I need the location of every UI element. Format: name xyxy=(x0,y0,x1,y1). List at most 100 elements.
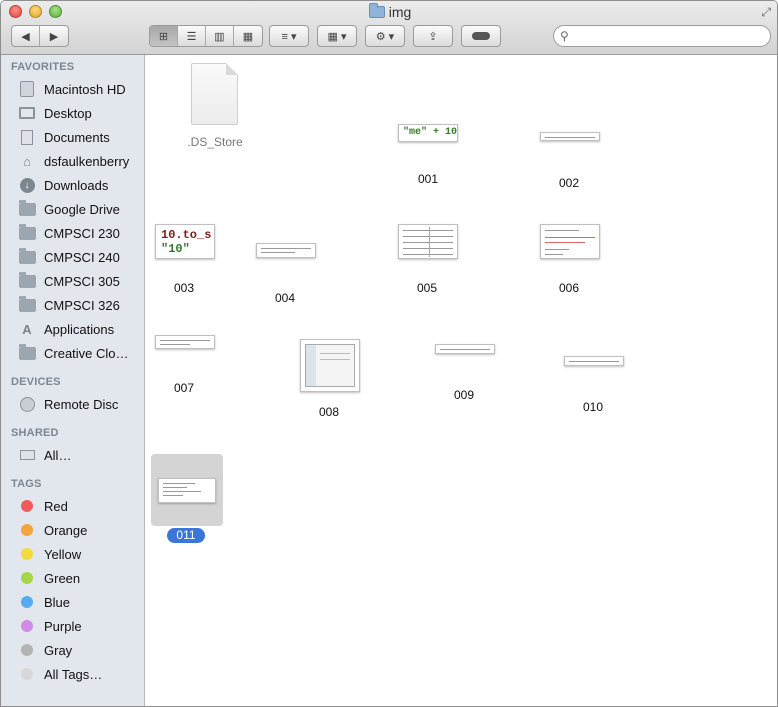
sidebar-item-label: Remote Disc xyxy=(44,396,119,412)
file-grid: .DS_Store "me" + 10 001 002 10.to_s "10"… xyxy=(146,55,777,706)
sidebar-item-cmpsci-240[interactable]: CMPSCI 240 xyxy=(17,246,120,268)
sidebar-item-tag-purple[interactable]: Purple xyxy=(17,615,82,637)
file-name: 010 xyxy=(582,400,604,414)
home-icon: ⌂ xyxy=(23,153,31,169)
cover-flow-button[interactable]: ▦ xyxy=(234,26,262,46)
file-name: 002 xyxy=(558,176,580,190)
group-icon: ▦ ▾ xyxy=(327,30,347,43)
sidebar-item-label: Desktop xyxy=(44,105,92,121)
sidebar-item-label: Red xyxy=(44,498,68,514)
sidebar-item-dsfaulkenberry[interactable]: ⌂ dsfaulkenberry xyxy=(17,150,129,172)
tag-dot-icon xyxy=(17,617,37,635)
sidebar-item-tag-blue[interactable]: Blue xyxy=(17,591,70,613)
tags-button[interactable] xyxy=(461,25,501,47)
image-thumbnail xyxy=(398,224,458,259)
tag-dot-icon xyxy=(17,665,37,683)
sidebar-item-google-drive[interactable]: Google Drive xyxy=(17,198,120,220)
column-view-button[interactable]: ▥ xyxy=(206,26,234,46)
sidebar-item-label: Purple xyxy=(44,618,82,634)
sidebar-item-label: Applications xyxy=(44,321,115,337)
forward-button[interactable]: ▶ xyxy=(40,26,68,46)
back-forward-control: ◀ ▶ xyxy=(11,25,69,47)
folder-icon xyxy=(17,295,37,314)
toolbar: img ⤢ ◀ ▶ ⊞ ☰ ▥ ▦ ≡ ▾ ▦ ▾ ⚙ ▾ ⇪ ⚲ xyxy=(1,1,777,55)
shared-header: SHARED xyxy=(11,427,59,439)
tag-dot-icon xyxy=(17,497,37,515)
sidebar-item-label: Downloads xyxy=(44,177,109,193)
file-name: 005 xyxy=(416,281,438,295)
file-name: 003 xyxy=(173,281,195,295)
sidebar-item-downloads[interactable]: ↓ Downloads xyxy=(17,174,108,196)
sidebar-item-label: dsfaulkenberry xyxy=(44,153,130,169)
thumbnail-text: "10" xyxy=(161,242,190,256)
image-thumbnail xyxy=(540,132,600,141)
sidebar-item-tag-orange[interactable]: Orange xyxy=(17,519,87,541)
search-input[interactable] xyxy=(576,28,766,44)
search-icon: ⚲ xyxy=(560,29,569,43)
icon-view-button[interactable]: ⊞ xyxy=(150,26,178,46)
folder-icon xyxy=(17,271,37,290)
sidebar-item-macintosh-hd[interactable]: Macintosh HD xyxy=(17,78,126,100)
sidebar-item-cmpsci-230[interactable]: CMPSCI 230 xyxy=(17,222,120,244)
sidebar-item-applications[interactable]: A Applications xyxy=(17,318,114,340)
folder-icon xyxy=(368,3,385,18)
folder-icon xyxy=(17,223,37,242)
back-button[interactable]: ◀ xyxy=(12,26,40,46)
disc-icon xyxy=(17,395,37,413)
image-thumbnail: "me" + 10 xyxy=(398,124,458,142)
tag-dot-icon xyxy=(17,593,37,611)
search-field[interactable]: ⚲ xyxy=(553,25,771,47)
fullscreen-icon[interactable]: ⤢ xyxy=(761,5,771,20)
sidebar-item-label: CMPSCI 326 xyxy=(44,297,120,313)
sidebar-item-label: Creative Clo… xyxy=(44,345,129,361)
tag-icon xyxy=(472,32,490,40)
documents-icon xyxy=(17,128,37,146)
image-thumbnail xyxy=(155,335,215,349)
file-name-selected: 011 xyxy=(167,528,205,543)
sidebar-item-cmpsci-326[interactable]: CMPSCI 326 xyxy=(17,294,120,316)
network-icon xyxy=(17,446,37,464)
devices-header: DEVICES xyxy=(11,376,61,388)
sidebar-item-label: Yellow xyxy=(44,546,82,562)
sidebar-item-all-tags[interactable]: All Tags… xyxy=(17,663,102,685)
share-icon: ⇪ xyxy=(428,30,438,43)
tag-dot-icon xyxy=(17,521,37,539)
sidebar-item-label: Blue xyxy=(44,594,71,610)
tags-header: TAGS xyxy=(11,478,42,490)
tag-dot-icon xyxy=(17,545,37,563)
window-title: img xyxy=(1,3,777,20)
arrange-button[interactable]: ≡ ▾ xyxy=(269,25,309,47)
image-thumbnail xyxy=(300,339,360,392)
image-thumbnail xyxy=(564,356,624,366)
sidebar-item-tag-green[interactable]: Green xyxy=(17,567,80,589)
file-name: .DS_Store xyxy=(187,135,243,149)
share-button[interactable]: ⇪ xyxy=(413,25,453,47)
file-name: 001 xyxy=(417,172,439,186)
sidebar-item-label: CMPSCI 230 xyxy=(44,225,120,241)
sidebar-item-remote-disc[interactable]: Remote Disc xyxy=(17,393,118,415)
sidebar-item-label: All… xyxy=(44,447,72,463)
sidebar-item-label: Documents xyxy=(44,129,110,145)
sidebar-item-documents[interactable]: Documents xyxy=(17,126,110,148)
group-button[interactable]: ▦ ▾ xyxy=(317,25,357,47)
sidebar-item-label: All Tags… xyxy=(44,666,103,682)
image-thumbnail xyxy=(435,344,495,354)
sidebar-item-tag-yellow[interactable]: Yellow xyxy=(17,543,81,565)
action-button[interactable]: ⚙ ▾ xyxy=(365,25,405,47)
sidebar-item-tag-gray[interactable]: Gray xyxy=(17,639,72,661)
sidebar-item-creative-cloud[interactable]: Creative Clo… xyxy=(17,342,129,364)
tag-dot-icon xyxy=(17,641,37,659)
sidebar-item-tag-red[interactable]: Red xyxy=(17,495,68,517)
image-thumbnail: 10.to_s "10" xyxy=(155,224,215,259)
sidebar-item-all-shared[interactable]: All… xyxy=(17,444,71,466)
image-thumbnail xyxy=(158,478,216,503)
favorites-header: FAVORITES xyxy=(11,61,75,73)
list-view-button[interactable]: ☰ xyxy=(178,26,206,46)
arrange-icon: ≡ ▾ xyxy=(281,30,297,43)
file-name: 007 xyxy=(173,381,195,395)
sidebar-item-cmpsci-305[interactable]: CMPSCI 305 xyxy=(17,270,120,292)
tag-dot-icon xyxy=(17,569,37,587)
document-icon xyxy=(191,63,238,125)
sidebar-item-desktop[interactable]: Desktop xyxy=(17,102,92,124)
sidebar-item-label: Green xyxy=(44,570,81,586)
